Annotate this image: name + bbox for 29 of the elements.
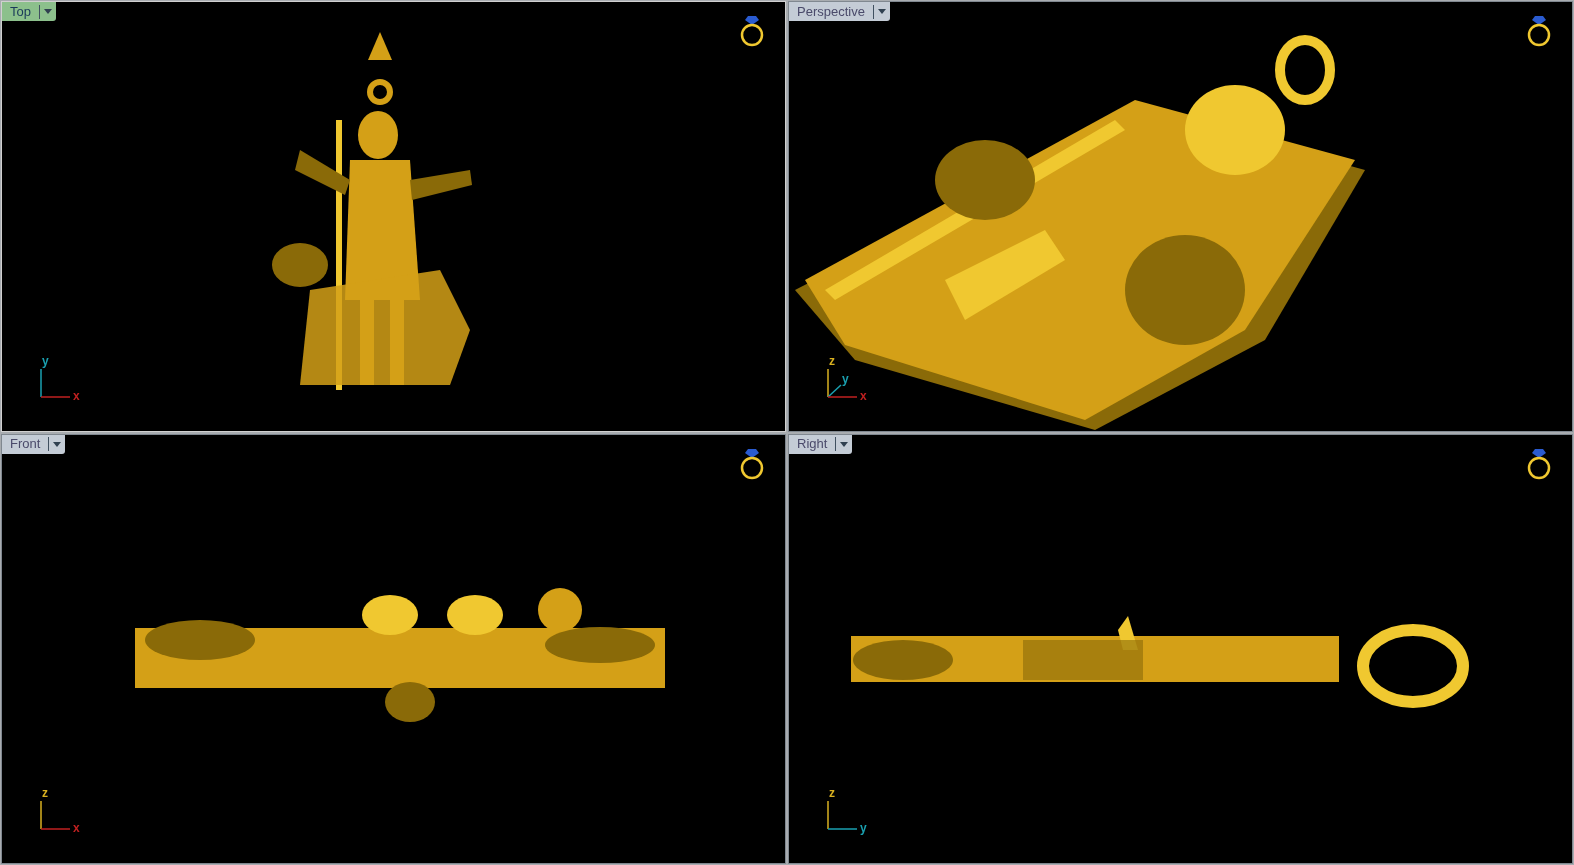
viewport-title: Front (10, 435, 41, 454)
axis-label: x (73, 821, 80, 835)
ring-icon (739, 14, 765, 48)
viewport-tab[interactable]: Right (789, 434, 853, 454)
viewport[interactable]: Top y x (1, 1, 786, 432)
dropdown-caret-icon[interactable] (53, 441, 62, 447)
axis-label: z (42, 786, 48, 800)
axis-label: x (73, 388, 80, 403)
axis-label: y (42, 353, 49, 368)
axis-label: y (860, 821, 867, 835)
axis-label: z (829, 786, 835, 800)
ring-icon (1526, 446, 1552, 481)
viewport-title: Right (797, 435, 828, 454)
ring-icon (739, 446, 765, 481)
viewport-tab[interactable]: Perspective (789, 2, 890, 21)
axis-label: x (860, 388, 867, 403)
viewport[interactable]: Right z y (788, 433, 1573, 864)
dropdown-caret-icon[interactable] (43, 9, 52, 14)
viewport-tab[interactable]: Front (2, 434, 66, 454)
viewport[interactable]: Front z x (1, 433, 786, 864)
ring-icon (1526, 14, 1552, 48)
dropdown-caret-icon[interactable] (840, 441, 849, 447)
viewport[interactable]: Perspective z y x (788, 1, 1573, 432)
axis-label: y (842, 371, 849, 386)
viewport-title: Perspective (797, 2, 865, 21)
viewport-title: Top (10, 2, 31, 21)
dropdown-caret-icon[interactable] (877, 9, 886, 14)
axis-label: z (829, 353, 835, 368)
viewport-tab[interactable]: Top (2, 2, 56, 21)
